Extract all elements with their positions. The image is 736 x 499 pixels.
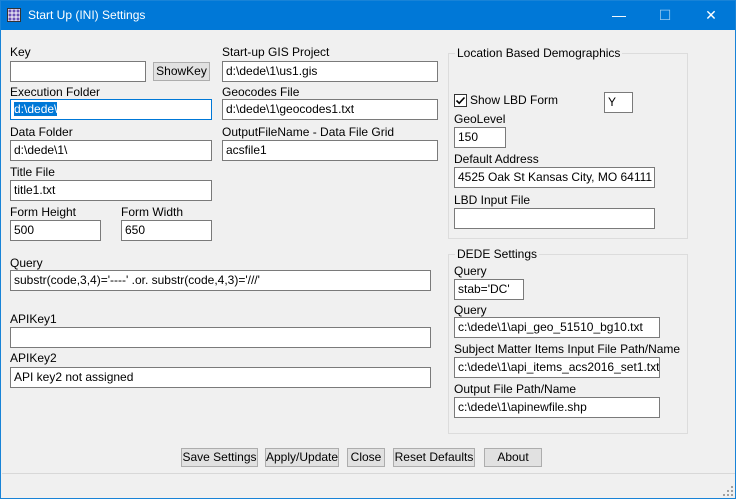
title-bar[interactable]: Start Up (INI) Settings — ☐ ✕ <box>1 1 735 30</box>
dede-query1-input[interactable]: stab='DC' <box>454 279 524 300</box>
show-lbd-checkbox[interactable] <box>454 94 467 107</box>
output-filename-input[interactable]: acsfile1 <box>222 140 438 161</box>
gis-project-input[interactable]: d:\dede\1\us1.gis <box>222 61 438 82</box>
minimize-button[interactable]: — <box>596 1 642 30</box>
output-filename-label: OutputFileName - Data File Grid <box>222 125 395 139</box>
data-folder-input[interactable]: d:\dede\1\ <box>10 140 212 161</box>
dede-query2-label: Query <box>454 303 487 317</box>
gis-project-label: Start-up GIS Project <box>222 45 330 59</box>
dede-group-title: DEDE Settings <box>455 247 540 261</box>
show-lbd-label: Show LBD Form <box>470 93 559 107</box>
dede-query2-input[interactable]: c:\dede\1\api_geo_51510_bg10.txt <box>454 317 660 338</box>
subject-matter-label: Subject Matter Items Input File Path/Nam… <box>454 342 681 356</box>
window-title: Start Up (INI) Settings <box>28 8 146 22</box>
title-file-input[interactable]: title1.txt <box>10 180 212 201</box>
form-width-label: Form Width <box>121 205 184 219</box>
query-input[interactable]: substr(code,3,4)='----' .or. substr(code… <box>10 270 431 291</box>
apikey2-input[interactable]: API key2 not assigned <box>10 367 431 388</box>
about-button[interactable]: About <box>484 448 542 467</box>
apikey2-label: APIKey2 <box>10 351 57 365</box>
form-height-input[interactable]: 500 <box>10 220 101 241</box>
output-file-input[interactable]: c:\dede\1\apinewfile.shp <box>454 397 660 418</box>
execution-folder-input[interactable]: d:\dede\ <box>10 99 212 120</box>
apikey1-input[interactable] <box>10 327 431 348</box>
subject-matter-input[interactable]: c:\dede\1\api_items_acs2016_set1.txt <box>454 357 660 378</box>
execution-folder-value: d:\dede\ <box>14 102 58 116</box>
form-width-input[interactable]: 650 <box>121 220 212 241</box>
settings-window: Start Up (INI) Settings — ☐ ✕ Key ShowKe… <box>0 0 736 499</box>
lbd-input-file-label: LBD Input File <box>454 193 531 207</box>
title-file-label: Title File <box>10 165 55 179</box>
close-window-button[interactable]: ✕ <box>688 1 734 30</box>
lbd-group-title: Location Based Demographics <box>455 46 623 60</box>
lbd-y-input[interactable]: Y <box>604 92 633 113</box>
geocodes-file-label: Geocodes File <box>222 85 300 99</box>
reset-defaults-button[interactable]: Reset Defaults <box>393 448 475 467</box>
checkmark-icon <box>455 96 466 105</box>
lbd-input-file-input[interactable] <box>454 208 655 229</box>
geocodes-file-input[interactable]: d:\dede\1\geocodes1.txt <box>222 99 438 120</box>
grid-app-icon <box>7 8 21 22</box>
default-address-label: Default Address <box>454 152 539 166</box>
close-button[interactable]: Close <box>347 448 385 467</box>
status-bar-divider <box>2 473 735 474</box>
resize-grip-icon[interactable] <box>723 486 733 496</box>
save-settings-button[interactable]: Save Settings <box>181 448 258 467</box>
query-label: Query <box>10 256 43 270</box>
key-input[interactable] <box>10 61 146 82</box>
execution-folder-label: Execution Folder <box>10 85 101 99</box>
form-height-label: Form Height <box>10 205 77 219</box>
key-label: Key <box>10 45 31 59</box>
apikey1-label: APIKey1 <box>10 312 57 326</box>
geolevel-label: GeoLevel <box>454 112 506 126</box>
geolevel-input[interactable]: 150 <box>454 127 506 148</box>
dede-query1-label: Query <box>454 264 487 278</box>
data-folder-label: Data Folder <box>10 125 73 139</box>
showkey-button[interactable]: ShowKey <box>153 62 210 81</box>
apply-update-button[interactable]: Apply/Update <box>265 448 339 467</box>
maximize-button[interactable]: ☐ <box>642 1 688 30</box>
default-address-input[interactable]: 4525 Oak St Kansas City, MO 64111 <box>454 167 655 188</box>
output-file-label: Output File Path/Name <box>454 382 577 396</box>
